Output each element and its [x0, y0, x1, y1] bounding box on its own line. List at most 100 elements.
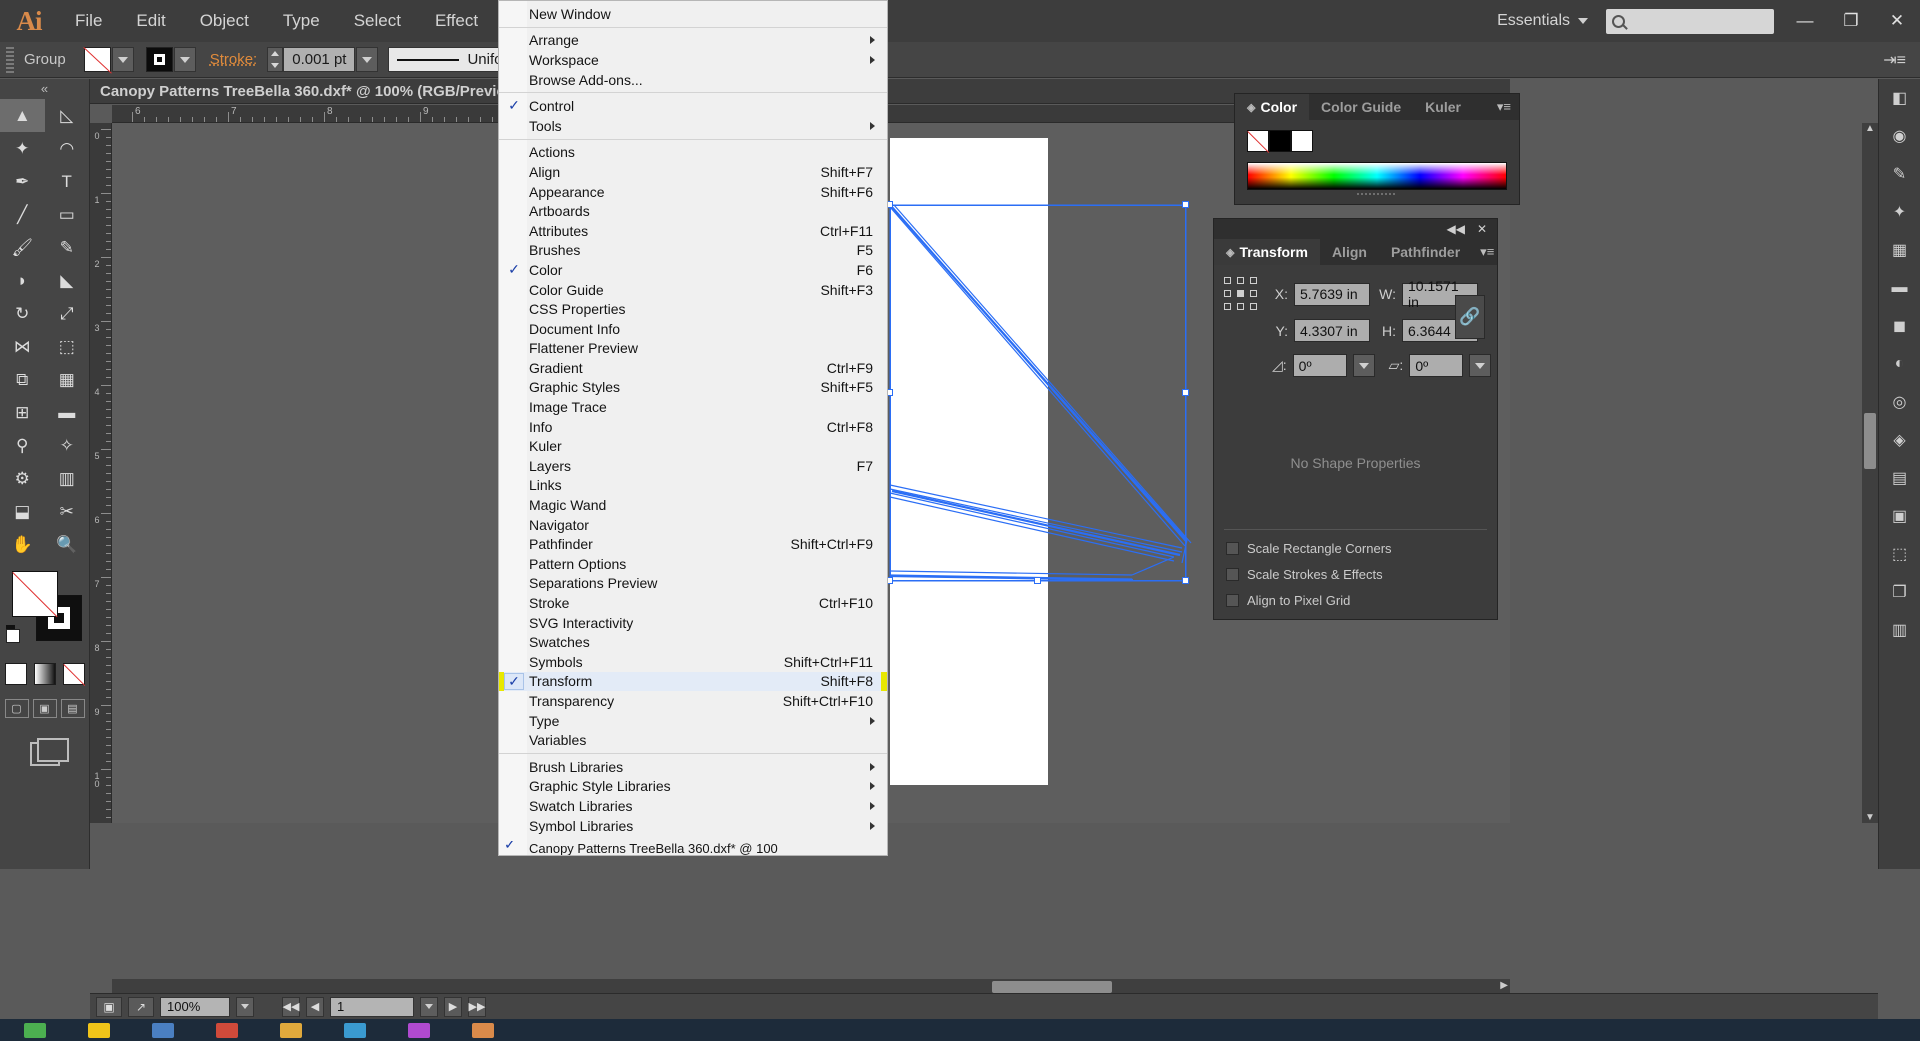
tool-type[interactable]: T: [45, 165, 90, 198]
vertical-scroll-thumb[interactable]: [1864, 413, 1876, 469]
stroke-weight-field[interactable]: 0.001 pt: [283, 47, 356, 72]
window-menu-item-info[interactable]: Info Ctrl+F8: [499, 417, 887, 437]
tool-direct-selection[interactable]: ◺: [45, 99, 90, 132]
tool-blend[interactable]: ✧: [45, 429, 90, 462]
window-menu-item-actions[interactable]: Actions: [499, 143, 887, 163]
vertical-ruler[interactable]: 01234567891011: [90, 123, 112, 823]
window-menu-item-brushes[interactable]: Brushes F5: [499, 241, 887, 261]
window-menu-item-color[interactable]: ✓ Color F6: [499, 260, 887, 280]
tool-line-segment[interactable]: ╱: [0, 198, 45, 231]
tool-magic-wand[interactable]: ✦: [0, 132, 45, 165]
window-menu-item-transparency[interactable]: Transparency Shift+Ctrl+F10: [499, 691, 887, 711]
menu-select[interactable]: Select: [337, 0, 418, 42]
tool-lasso[interactable]: ◠: [45, 132, 90, 165]
stroke-weight-spinner[interactable]: [267, 47, 284, 72]
window-menu-item-separations-preview[interactable]: Separations Preview: [499, 574, 887, 594]
horizontal-scroll-thumb[interactable]: [992, 981, 1112, 993]
taskbar-item-editor[interactable]: [324, 1019, 386, 1041]
window-menu-item-navigator[interactable]: Navigator: [499, 515, 887, 535]
appearance-icon[interactable]: ◎: [1879, 383, 1920, 421]
transform-icon[interactable]: ⬚: [1879, 535, 1920, 573]
artboards-icon[interactable]: ▥: [1879, 611, 1920, 649]
window-menu-item-kuler[interactable]: Kuler: [499, 436, 887, 456]
last-artboard-button[interactable]: ▶▶: [468, 996, 486, 1017]
fill-dropdown[interactable]: [111, 47, 134, 72]
window-menu-item-color-guide[interactable]: Color Guide Shift+F3: [499, 280, 887, 300]
zoom-level-field[interactable]: 100%: [160, 996, 230, 1017]
menu-effect[interactable]: Effect: [418, 0, 495, 42]
tool-width[interactable]: ⋈: [0, 330, 45, 363]
tab-transform[interactable]: ◈ Transform: [1214, 239, 1320, 265]
window-menu-item-magic-wand[interactable]: Magic Wand: [499, 495, 887, 515]
tool-column-graph[interactable]: ▥: [45, 462, 90, 495]
window-menu-item-attributes[interactable]: Attributes Ctrl+F11: [499, 221, 887, 241]
taskbar-start-button[interactable]: [4, 1019, 66, 1041]
window-menu-item-arrange[interactable]: Arrange: [499, 31, 887, 51]
tool-shape-builder[interactable]: ⧉: [0, 363, 45, 396]
window-menu-item-svg-interactivity[interactable]: SVG Interactivity: [499, 613, 887, 633]
menu-type[interactable]: Type: [266, 0, 337, 42]
taskbar-item-folder[interactable]: [260, 1019, 322, 1041]
tab-pathfinder[interactable]: Pathfinder: [1379, 239, 1472, 265]
x-field[interactable]: 5.7639 in: [1294, 282, 1370, 306]
window-menu-item-graphic-style-libraries[interactable]: Graphic Style Libraries: [499, 777, 887, 797]
window-menu-dropdown[interactable]: New Window Arrange Workspace Browse Add-ons…: [498, 0, 888, 856]
taskbar-item-illustrator[interactable]: [452, 1019, 514, 1041]
taskbar-item-explorer[interactable]: [68, 1019, 130, 1041]
window-menu-item-tools[interactable]: Tools: [499, 116, 887, 136]
tool-scale[interactable]: ⤢: [45, 297, 90, 330]
window-menu-item-symbols[interactable]: Symbols Shift+Ctrl+F11: [499, 652, 887, 672]
window-menu-item-artboards[interactable]: Artboards: [499, 201, 887, 221]
restore-button[interactable]: ❐: [1828, 0, 1874, 42]
brushes-icon[interactable]: ✎: [1879, 155, 1920, 193]
artboard-number-dropdown[interactable]: [420, 996, 438, 1017]
tool-free-transform[interactable]: ⬚: [45, 330, 90, 363]
scroll-right-icon[interactable]: ▶: [1500, 980, 1508, 991]
window-menu-item-workspace[interactable]: Workspace: [499, 50, 887, 70]
tab-color[interactable]: ◈ Color: [1235, 94, 1310, 120]
scroll-up-icon[interactable]: ▲: [1862, 123, 1878, 134]
color-mode-gradient[interactable]: [33, 663, 56, 685]
share-icon[interactable]: ↗: [128, 996, 154, 1017]
color-mode-none[interactable]: [62, 663, 85, 685]
tools-collapse-button[interactable]: «: [0, 79, 89, 99]
tool-selection[interactable]: ▲: [0, 99, 45, 132]
stroke-weight-dropdown[interactable]: [356, 47, 379, 72]
tool-rectangle[interactable]: ▭: [45, 198, 90, 231]
shear-angle-dropdown[interactable]: [1469, 354, 1492, 377]
transparency-icon[interactable]: ◐: [1879, 345, 1920, 383]
tool-perspective-grid[interactable]: ▦: [45, 363, 90, 396]
swatch-black[interactable]: [1269, 130, 1291, 152]
tab-color-guide[interactable]: Color Guide: [1309, 94, 1413, 120]
tool-artboard[interactable]: ⬓: [0, 495, 45, 528]
search-input[interactable]: [1606, 8, 1774, 34]
menu-edit[interactable]: Edit: [119, 0, 182, 42]
graphic-styles-icon[interactable]: ◈: [1879, 421, 1920, 459]
taskbar-item-app7[interactable]: [388, 1019, 450, 1041]
tool-pen[interactable]: ✒: [0, 165, 45, 198]
pathfinder-icon[interactable]: ▣: [1879, 497, 1920, 535]
tab-align[interactable]: Align: [1320, 239, 1379, 265]
draw-behind-icon[interactable]: ▣: [32, 699, 57, 718]
window-menu-item-css-properties[interactable]: CSS Properties: [499, 299, 887, 319]
taskbar-item-media[interactable]: [196, 1019, 258, 1041]
window-menu-item-appearance[interactable]: Appearance Shift+F6: [499, 182, 887, 202]
next-artboard-button[interactable]: ▶: [444, 996, 462, 1017]
draw-inside-icon[interactable]: ▤: [60, 699, 85, 718]
checkbox-icon[interactable]: [1226, 594, 1239, 607]
tool-zoom[interactable]: 🔍: [45, 528, 90, 561]
swap-fill-stroke-icon[interactable]: [6, 629, 20, 643]
control-bar-grip[interactable]: [6, 46, 14, 73]
window-menu-footer-document-item[interactable]: ✓ Canopy Patterns TreeBella 360.dxf* @ 1…: [499, 841, 887, 855]
selection-handle[interactable]: [1182, 201, 1189, 208]
collapse-panel-icon[interactable]: ◀◀: [1446, 222, 1464, 236]
window-menu-item-image-trace[interactable]: Image Trace: [499, 397, 887, 417]
checkbox-scale-rectangle-corners[interactable]: Scale Rectangle Corners: [1214, 541, 1497, 556]
scroll-down-icon[interactable]: ▼: [1862, 812, 1878, 823]
tool-mesh[interactable]: ⊞: [0, 396, 45, 429]
tool-paintbrush[interactable]: 🖌: [0, 231, 45, 264]
y-field[interactable]: 4.3307 in: [1294, 319, 1370, 342]
color-icon[interactable]: ◧: [1879, 79, 1920, 117]
tool-pencil[interactable]: ✎: [45, 231, 90, 264]
taskbar-item-browser[interactable]: [132, 1019, 194, 1041]
